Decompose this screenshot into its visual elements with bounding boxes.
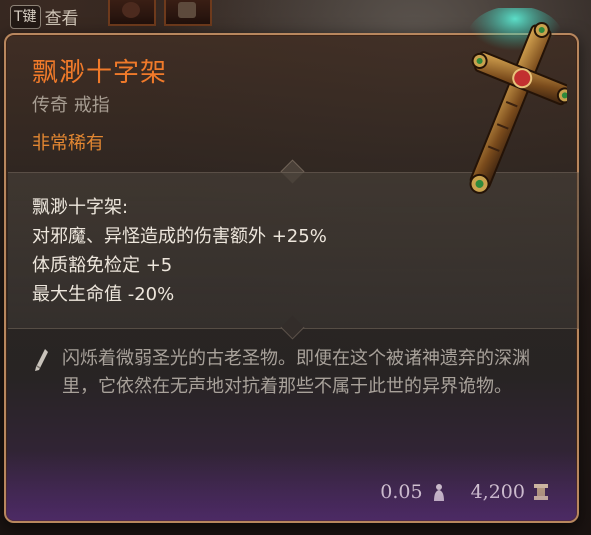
quill-icon: [35, 349, 48, 371]
inspect-hotkey[interactable]: T键 查看: [10, 4, 79, 29]
item-footer: 0.05 4,200: [380, 481, 549, 503]
item-rarity: 非常稀有: [32, 133, 104, 154]
stats-title: 飘渺十字架:: [32, 197, 129, 218]
item-flavor-text: 闪烁着微弱圣光的古老圣物。即便在这个被诸神遗弃的深渊里，它依然在无声地对抗着那些…: [62, 348, 530, 397]
inventory-slot[interactable]: [164, 0, 212, 26]
cross-relic-icon: [467, 8, 567, 194]
weight-icon: [433, 484, 444, 501]
hotkey-badge: T键: [10, 4, 41, 29]
stat-line: 最大生命值 -20%: [32, 284, 175, 305]
stat-line: 对邪魔、异怪造成的伤害额外 +25%: [32, 226, 327, 247]
slot-item-icon: [178, 2, 196, 18]
inventory-slot[interactable]: [108, 0, 156, 26]
slot-item-icon: [122, 2, 140, 18]
item-name: 飘渺十字架: [32, 58, 168, 88]
hotkey-label: 查看: [44, 9, 79, 29]
stat-line: 体质豁免检定 +5: [32, 255, 173, 276]
gold-icon: [534, 484, 548, 500]
item-type: 传奇 戒指: [32, 95, 110, 116]
weight-value: 0.05: [380, 481, 423, 503]
price-value: 4,200: [470, 481, 525, 503]
